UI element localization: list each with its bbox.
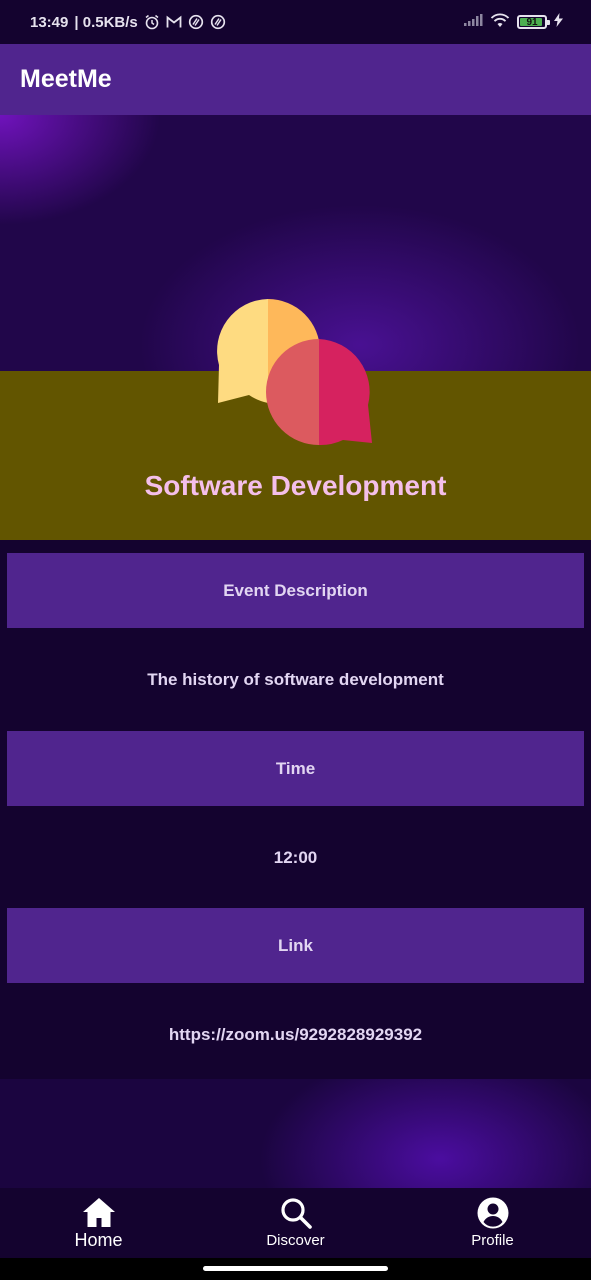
time-header: Time [7,731,584,806]
signal-icon [463,13,483,31]
time-value: 12:00 [273,848,318,867]
alarm-icon [144,14,160,30]
app-bar: MeetMe [0,44,591,115]
bottom-background [0,1079,591,1188]
chat-bubbles-icon [217,299,372,446]
gmail-icon [166,15,182,29]
gesture-bar[interactable] [203,1266,388,1271]
account-icon [477,1197,509,1229]
battery-level: 91 [526,16,538,28]
link-value[interactable]: https://zoom.us/9292828929392 [0,1025,591,1045]
bottom-navigation: Home Discover Profile [0,1188,591,1258]
sync-icon [210,14,226,30]
app-title: MeetMe [20,65,112,93]
nav-home[interactable]: Home [29,1188,169,1251]
description-value: The history of software development [147,670,444,689]
event-title: Software Development [144,470,447,501]
search-icon [280,1197,312,1229]
gesture-area [0,1258,591,1280]
nav-home-label: Home [74,1230,123,1250]
link-header: Link [7,908,584,983]
status-bar: 13:49 | 0.5KB/s 91 [0,0,591,44]
battery-icon: 91 [517,15,550,29]
status-left: 13:49 | 0.5KB/s [30,14,226,31]
charging-icon [554,13,563,31]
sync-icon [188,14,204,30]
wifi-icon [490,13,510,32]
home-icon [82,1197,116,1229]
description-header: Event Description [7,553,584,628]
status-right: 91 [463,13,563,32]
status-time: 13:49 [30,13,69,31]
nav-profile-label: Profile [471,1232,514,1249]
network-speed: | 0.5KB/s [74,13,138,31]
nav-discover[interactable]: Discover [226,1188,366,1249]
nav-profile[interactable]: Profile [423,1188,563,1249]
nav-discover-label: Discover [266,1232,325,1249]
